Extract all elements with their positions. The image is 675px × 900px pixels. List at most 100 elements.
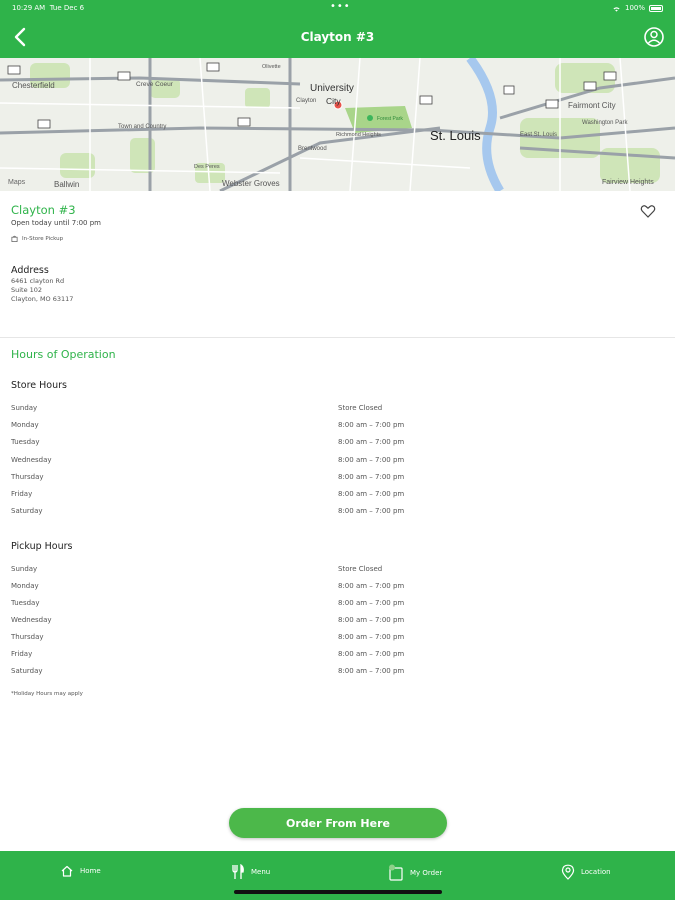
time-value: 8:00 am – 7:00 pm <box>338 582 405 590</box>
time-value: 8:00 am – 7:00 pm <box>338 421 405 429</box>
map-label-clayton: Clayton <box>296 98 316 104</box>
pickup-option: In-Store Pickup <box>11 235 661 242</box>
battery-icon <box>649 4 663 12</box>
time-value: 8:00 am – 7:00 pm <box>338 507 405 515</box>
battery-percent: 100% <box>624 4 645 12</box>
map-label-chesterfield: Chesterfield <box>12 81 55 90</box>
map-label-ballwin: Ballwin <box>54 180 79 189</box>
tab-my-order-label: My Order <box>410 868 443 877</box>
store-hours-row: Saturday 8:00 am – 7:00 pm <box>11 507 661 519</box>
shopping-bag-icon <box>11 235 18 242</box>
day-label: Friday <box>11 490 33 498</box>
map-label-olivette: Olivette <box>262 64 281 70</box>
home-indicator <box>234 890 442 894</box>
tab-home[interactable]: Home <box>60 864 101 878</box>
section-divider <box>0 337 675 338</box>
status-bar: 10:29 AM Tue Dec 6 ••• 100% <box>0 0 675 17</box>
page-title: Clayton #3 <box>300 30 375 44</box>
day-label: Tuesday <box>11 599 40 607</box>
map-label-washington-park: Washington Park <box>582 120 628 126</box>
tab-menu-label: Menu <box>251 868 271 876</box>
time-value: 8:00 am – 7:00 pm <box>338 650 405 658</box>
time-value: 8:00 am – 7:00 pm <box>338 667 405 675</box>
day-label: Saturday <box>11 667 43 675</box>
address-line-1: 6461 clayton Rd <box>11 277 65 285</box>
day-label: Thursday <box>11 473 44 481</box>
store-name: Clayton #3 <box>11 203 76 217</box>
holiday-note: *Holiday Hours may apply <box>11 691 83 697</box>
heart-icon[interactable] <box>640 203 656 219</box>
map-label-des-peres: Des Peres <box>194 164 220 170</box>
store-open-status: Open today until 7:00 pm <box>11 219 101 227</box>
pickup-hours-row: Thursday 8:00 am – 7:00 pm <box>11 633 661 645</box>
map-label-fairview-heights: Fairview Heights <box>602 179 654 186</box>
pickup-hours-row: Monday 8:00 am – 7:00 pm <box>11 582 661 594</box>
time-value: 8:00 am – 7:00 pm <box>338 490 405 498</box>
day-label: Friday <box>11 650 33 658</box>
day-label: Monday <box>11 582 39 590</box>
store-hours-row: Wednesday 8:00 am – 7:00 pm <box>11 456 661 468</box>
time-value: Store Closed <box>338 404 383 412</box>
time-value: 8:00 am – 7:00 pm <box>338 616 405 624</box>
map-label-fairmont-city: Fairmont City <box>568 101 616 110</box>
map-label-university-city: University <box>310 83 354 94</box>
day-label: Tuesday <box>11 438 40 446</box>
time-value: 8:00 am – 7:00 pm <box>338 473 405 481</box>
map-pin-icon <box>561 864 575 880</box>
store-info: Clayton #3 Open today until 7:00 pm In-S… <box>11 203 661 242</box>
day-label: Saturday <box>11 507 43 515</box>
map-label-richmond-heights: Richmond Heights <box>336 132 381 138</box>
pickup-hours-row: Sunday Store Closed <box>11 565 661 577</box>
map-label-webster-groves: Webster Groves <box>222 179 280 188</box>
pickup-hours-row: Tuesday 8:00 am – 7:00 pm <box>11 599 661 611</box>
tab-menu[interactable]: Menu <box>231 864 270 880</box>
tab-home-label: Home <box>80 867 101 875</box>
map-label-town-and-country: Town and Country <box>118 124 166 130</box>
time-value: 8:00 am – 7:00 pm <box>338 456 405 464</box>
store-hours-row: Thursday 8:00 am – 7:00 pm <box>11 473 661 485</box>
status-time: 10:29 AM Tue Dec 6 <box>12 4 85 12</box>
map-label-brentwood: Brentwood <box>298 146 327 152</box>
tab-my-order[interactable]: My Order <box>388 864 442 881</box>
day-label: Sunday <box>11 404 38 412</box>
time-value: 8:00 am – 7:00 pm <box>338 633 405 641</box>
pickup-hours-title: Pickup Hours <box>11 541 73 552</box>
day-label: Wednesday <box>11 616 52 624</box>
map-attribution-maps: Maps <box>8 179 26 186</box>
tab-location[interactable]: Location <box>561 864 611 880</box>
map-label-city: City <box>326 96 341 106</box>
store-hours-row: Tuesday 8:00 am – 7:00 pm <box>11 438 661 450</box>
home-icon <box>61 865 73 877</box>
status-right: 100% <box>612 4 663 12</box>
pickup-hours-row: Wednesday 8:00 am – 7:00 pm <box>11 616 661 628</box>
map-label-st-louis: St. Louis <box>430 128 481 143</box>
pickup-label: In-Store Pickup <box>22 235 64 242</box>
day-label: Sunday <box>11 565 38 573</box>
day-label: Monday <box>11 421 39 429</box>
pickup-hours-row: Saturday 8:00 am – 7:00 pm <box>11 667 661 679</box>
day-label: Thursday <box>11 633 44 641</box>
pickup-hours-row: Friday 8:00 am – 7:00 pm <box>11 650 661 662</box>
bag-icon <box>389 864 403 881</box>
store-hours-title: Store Hours <box>11 380 67 391</box>
day-label: Wednesday <box>11 456 52 464</box>
store-map[interactable]: Chesterfield Creve Coeur Olivette Univer… <box>0 58 675 191</box>
profile-icon[interactable] <box>643 26 665 48</box>
tab-location-label: Location <box>581 868 611 876</box>
map-label-east-st-louis: East St. Louis <box>520 132 557 138</box>
fork-knife-icon <box>232 864 244 879</box>
time-value: Store Closed <box>338 565 383 573</box>
address-block: Address 6461 clayton Rd Suite 102 Clayto… <box>11 265 73 304</box>
address-line-2: Suite 102 <box>11 286 43 294</box>
address-line-3: Clayton, MO 63117 <box>11 295 74 303</box>
wifi-icon <box>613 6 620 12</box>
order-from-here-button[interactable]: Order From Here <box>229 808 447 838</box>
hours-of-operation-title: Hours of Operation <box>11 348 116 361</box>
nav-bar: Clayton #3 <box>0 17 675 58</box>
time-value: 8:00 am – 7:00 pm <box>338 438 405 446</box>
store-hours-row: Sunday Store Closed <box>11 404 661 416</box>
map-label-creve-coeur: Creve Coeur <box>136 81 174 88</box>
store-hours-row: Monday 8:00 am – 7:00 pm <box>11 421 661 433</box>
multitasking-dots-icon: ••• <box>330 1 351 12</box>
address-label: Address <box>11 265 49 276</box>
